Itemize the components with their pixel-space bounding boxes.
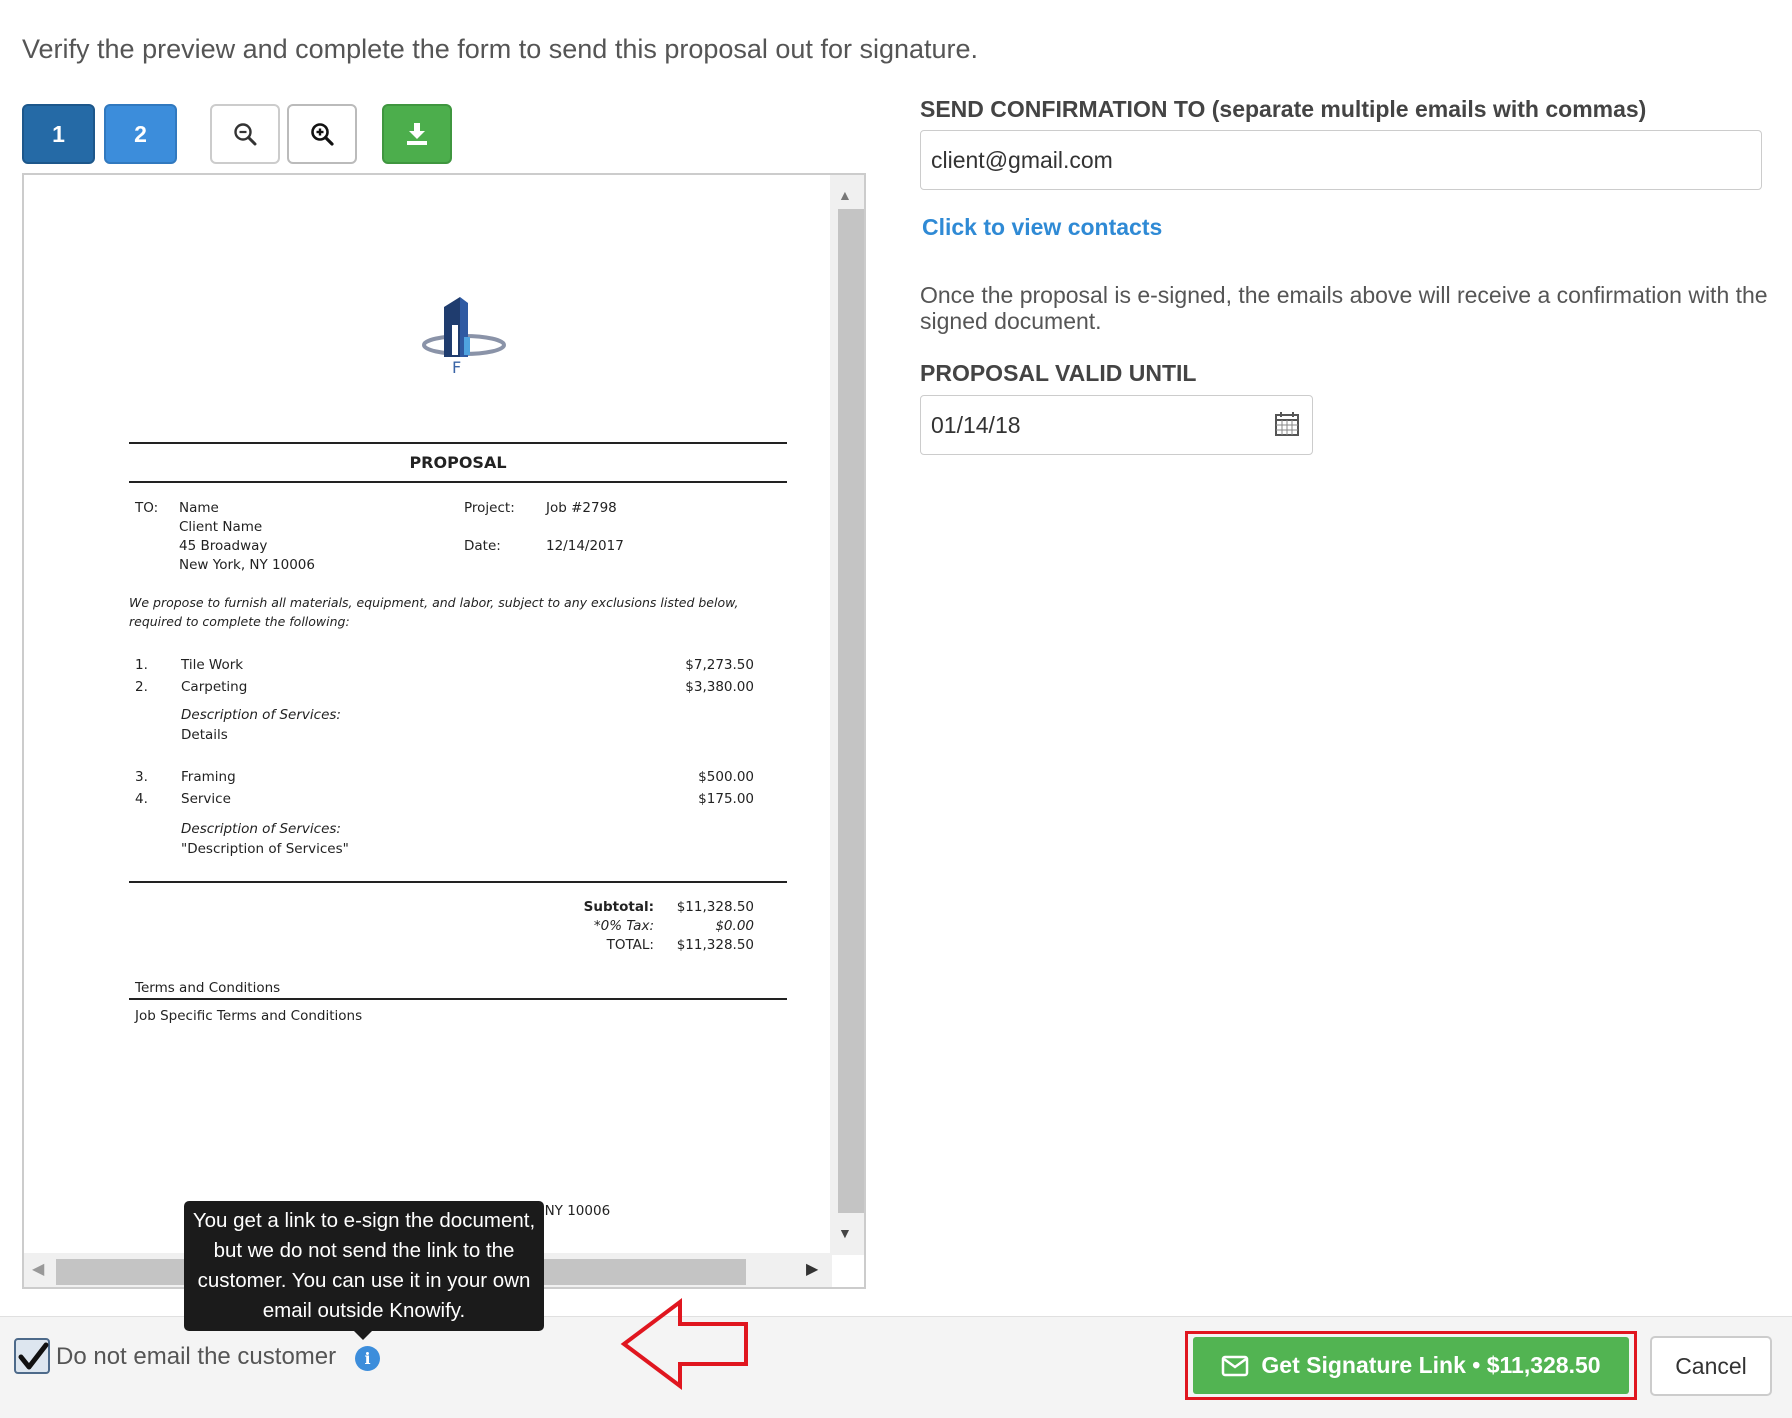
download-icon	[407, 123, 427, 145]
total-value: $11,328.50	[676, 937, 754, 953]
valid-until-datepicker[interactable]	[920, 395, 1313, 455]
tax-value: $0.00	[715, 918, 754, 934]
company-logo	[422, 297, 506, 357]
item-number: 2.	[135, 679, 148, 695]
description-label: Description of Services:	[181, 707, 341, 723]
terms-heading: Terms and Conditions	[135, 980, 281, 996]
vertical-scroll-thumb[interactable]	[838, 209, 864, 1213]
tax-label: *0% Tax:	[593, 918, 654, 934]
total-label: TOTAL:	[606, 937, 654, 953]
do-not-email-label[interactable]: Do not email the customer	[56, 1343, 336, 1371]
subtotal-value: $11,328.50	[676, 899, 754, 915]
item-name: Framing	[181, 769, 236, 785]
to-line: Name	[179, 500, 219, 516]
scroll-down-icon[interactable]: ▼	[838, 1225, 852, 1241]
item-number: 1.	[135, 657, 148, 673]
subtotal-label: Subtotal:	[583, 899, 654, 915]
view-contacts-link[interactable]: Click to view contacts	[922, 214, 1162, 241]
to-label: TO:	[135, 500, 159, 516]
confirmation-note: Once the proposal is e-signed, the email…	[920, 282, 1768, 334]
zoom-in-icon	[311, 123, 334, 146]
date-label: Date:	[464, 538, 501, 554]
logo-letter: F	[452, 358, 462, 377]
item-name: Carpeting	[181, 679, 248, 695]
document-preview[interactable]: F PROPOSAL TO: Name Client Name 45 Broad…	[22, 173, 866, 1289]
terms-text: Job Specific Terms and Conditions	[135, 1008, 363, 1024]
envelope-icon	[1222, 1355, 1249, 1376]
description-value: Details	[181, 727, 228, 743]
totals-rule	[129, 881, 787, 883]
item-amount: $175.00	[698, 791, 754, 807]
zoom-in-button[interactable]	[287, 104, 357, 164]
document-title: PROPOSAL	[409, 453, 507, 472]
checkmark-icon	[18, 1342, 49, 1370]
annotation-arrow-icon	[620, 1298, 748, 1390]
project-value: Job #2798	[546, 500, 617, 516]
intro-text: We propose to furnish all materials, equ…	[129, 595, 739, 610]
calendar-icon[interactable]	[1274, 411, 1300, 437]
scroll-right-icon[interactable]: ▶	[806, 1259, 818, 1279]
item-number: 4.	[135, 791, 148, 807]
get-signature-link-button[interactable]: Get Signature Link • $11,328.50	[1193, 1337, 1629, 1394]
intro-text: required to complete the following:	[129, 614, 350, 629]
project-label: Project:	[464, 500, 515, 516]
terms-rule	[129, 998, 787, 1000]
do-not-email-checkbox[interactable]	[14, 1338, 50, 1374]
description-label: Description of Services:	[181, 821, 341, 837]
scroll-up-icon[interactable]: ▲	[838, 187, 852, 203]
scroll-left-icon[interactable]: ◀	[32, 1259, 44, 1279]
valid-until-input[interactable]	[921, 396, 1261, 454]
info-tooltip: You get a link to e-sign the document, b…	[184, 1201, 544, 1331]
proposal-signature-dialog: Verify the preview and complete the form…	[0, 0, 1792, 1418]
item-amount: $500.00	[698, 769, 754, 785]
date-value: 12/14/2017	[546, 538, 624, 554]
page-1-button[interactable]: 1	[22, 104, 95, 164]
item-amount: $3,380.00	[685, 679, 754, 695]
item-number: 3.	[135, 769, 148, 785]
send-confirmation-label: SEND CONFIRMATION TO (separate multiple …	[920, 96, 1647, 122]
zoom-out-button[interactable]	[210, 104, 280, 164]
proposal-document: F PROPOSAL TO: Name Client Name 45 Broad…	[24, 175, 832, 1255]
title-top-rule	[129, 442, 787, 444]
instructions-text: Verify the preview and complete the form…	[22, 34, 979, 64]
info-icon[interactable]: i	[355, 1346, 380, 1371]
to-line: New York, NY 10006	[179, 557, 315, 573]
tooltip-pointer	[353, 1330, 373, 1340]
document-footer-text: , NY 10006	[536, 1203, 611, 1219]
valid-until-label: PROPOSAL VALID UNTIL	[920, 360, 1197, 386]
email-field[interactable]	[920, 130, 1762, 190]
description-value: "Description of Services"	[181, 841, 349, 857]
page-2-button[interactable]: 2	[104, 104, 177, 164]
download-button[interactable]	[382, 104, 452, 164]
item-name: Service	[181, 791, 231, 807]
cancel-button[interactable]: Cancel	[1650, 1336, 1772, 1396]
item-amount: $7,273.50	[685, 657, 754, 673]
to-line: 45 Broadway	[179, 538, 268, 554]
title-bottom-rule	[129, 481, 787, 483]
vertical-scrollbar[interactable]: ▲ ▼	[830, 175, 864, 1255]
signature-button-label: Get Signature Link • $11,328.50	[1261, 1352, 1601, 1378]
to-line: Client Name	[179, 519, 263, 535]
zoom-out-icon	[234, 123, 257, 146]
item-name: Tile Work	[181, 657, 244, 673]
